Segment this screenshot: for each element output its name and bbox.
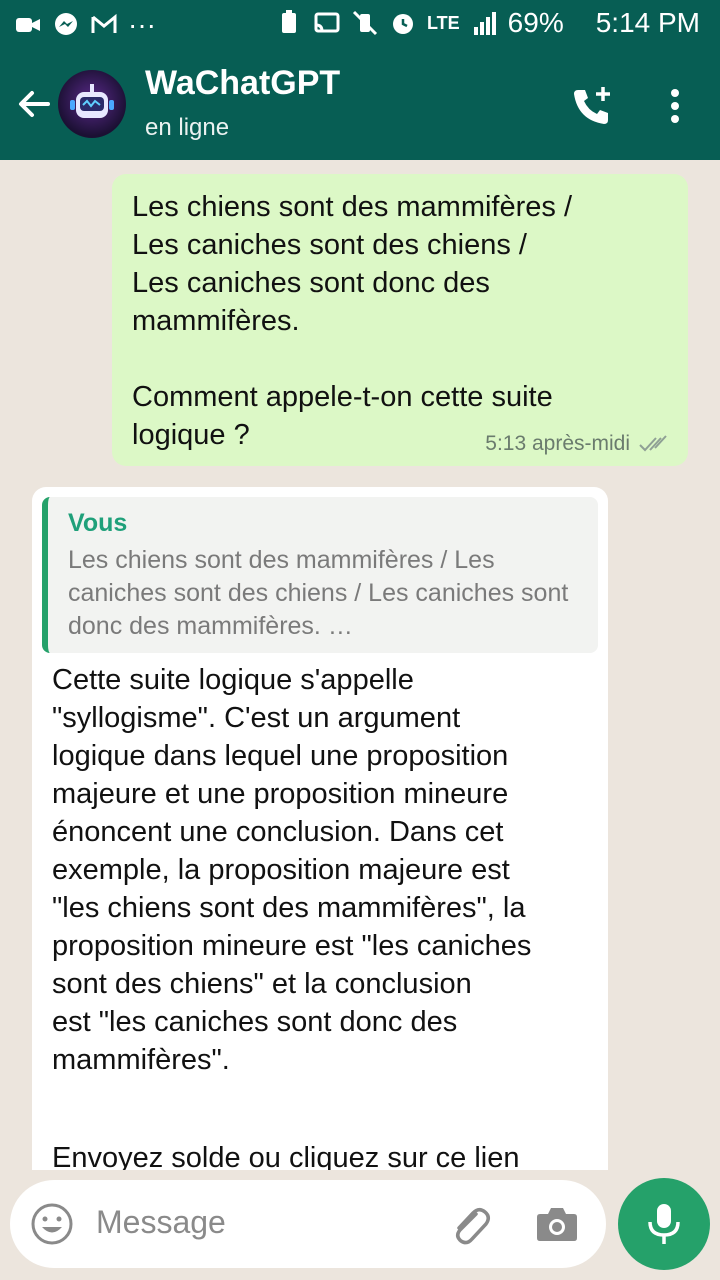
quoted-message[interactable]: Vous Les chiens sont des mammifères / Le… (42, 497, 598, 653)
contact-name[interactable]: WaChatGPT (145, 64, 340, 103)
more-options-icon[interactable] (660, 84, 690, 128)
status-bar: ··· LTE 69% 5:14 PM (0, 0, 720, 48)
robot-avatar-icon (70, 84, 114, 118)
incoming-message-text: Cette suite logique s'appelle "syllogism… (52, 664, 532, 1076)
outgoing-message[interactable]: Les chiens sont des mammifères / Les can… (112, 174, 688, 466)
camera-icon[interactable] (534, 1202, 580, 1246)
clock: 5:14 PM (595, 7, 700, 38)
message-composer[interactable]: Message (10, 1180, 606, 1268)
message-time: 5:13 après-midi (485, 432, 630, 455)
add-call-icon[interactable] (570, 84, 614, 128)
messenger-icon (55, 13, 77, 35)
gmail-icon (91, 13, 117, 33)
quote-text: Les chiens sont des mammifères / Les can… (68, 546, 569, 640)
attach-icon[interactable] (446, 1200, 494, 1248)
microphone-icon (648, 1204, 680, 1244)
avatar[interactable] (58, 70, 126, 138)
network-type: LTE (427, 13, 460, 33)
chat-header: WaChatGPT en ligne (0, 48, 720, 160)
outgoing-message-text: Les chiens sont des mammifères / Les can… (132, 191, 573, 451)
contact-status: en ligne (145, 114, 230, 141)
more-notifications-icon: ··· (128, 9, 156, 40)
system-status: LTE 69% 5:14 PM (275, 6, 700, 40)
back-arrow-icon[interactable] (14, 84, 54, 124)
emoji-icon[interactable] (30, 1202, 74, 1246)
cast-icon (314, 12, 340, 33)
incoming-message-cutoff-text: Envoyez solde ou cliquez sur ce lien (52, 1142, 520, 1170)
battery-saver-icon (282, 10, 296, 33)
voice-record-button[interactable] (618, 1178, 710, 1270)
message-input[interactable]: Message (96, 1204, 226, 1241)
quote-author: Vous (68, 509, 128, 537)
vibrate-mute-icon (352, 10, 378, 36)
signal-icon (473, 12, 496, 35)
notification-icons: ··· (14, 8, 156, 42)
video-call-icon (16, 18, 40, 32)
alarm-icon (393, 14, 413, 34)
double-check-icon (639, 435, 667, 452)
message-meta: 5:13 après-midi (485, 432, 670, 456)
incoming-message[interactable]: Vous Les chiens sont des mammifères / Le… (32, 487, 608, 1170)
chat-area[interactable]: Les chiens sont des mammifères / Les can… (0, 160, 720, 1170)
battery-level: 69% (507, 7, 564, 38)
